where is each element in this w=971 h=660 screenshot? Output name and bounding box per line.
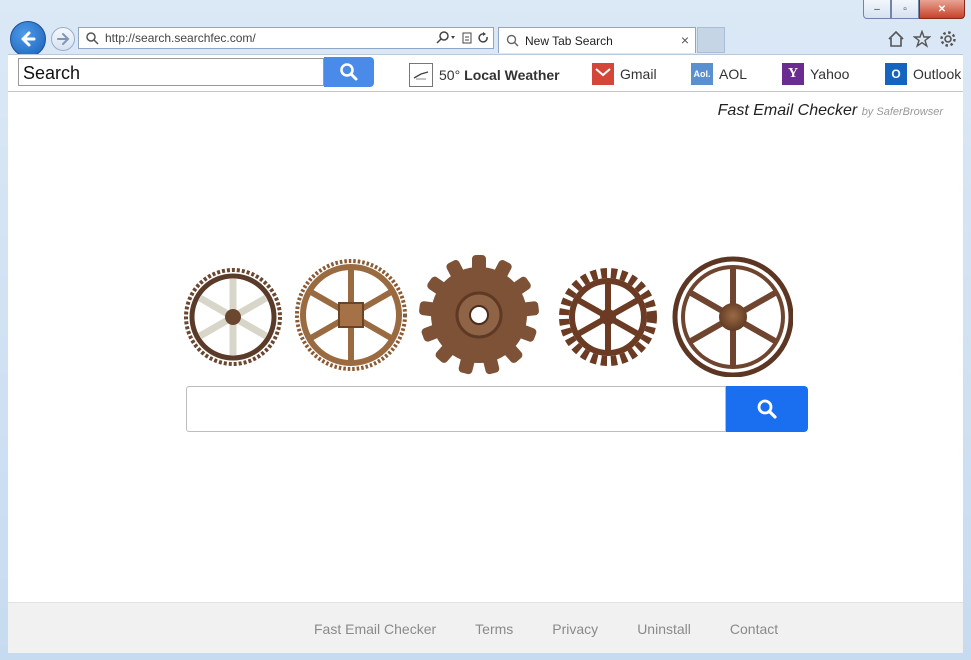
refresh-icon[interactable] (477, 31, 489, 45)
back-arrow-icon (21, 31, 36, 47)
gmail-label: Gmail (620, 66, 657, 82)
weather-label: Local Weather (464, 67, 560, 83)
toolbar-search-value: Search (23, 63, 81, 83)
weather-temp: 50° (439, 67, 461, 83)
tab-title: New Tab Search (525, 34, 613, 48)
brand-title: Fast Email Checker by SaferBrowser (718, 102, 943, 120)
settings-gear-icon[interactable] (939, 30, 957, 48)
search-toolbar: Search 50° Local Weather Gmail Aol. AOL … (8, 54, 963, 92)
gear-1 (184, 268, 282, 366)
footer-link-privacy[interactable]: Privacy (552, 621, 598, 637)
outlook-label: Outlook (913, 66, 962, 82)
main-search-input[interactable] (186, 386, 726, 432)
browser-command-icons (887, 30, 957, 48)
window-controls: – ▫ ✕ (863, 0, 965, 20)
gear-5 (672, 256, 793, 377)
aol-label: AOL (719, 66, 748, 82)
tab-new-tab-search[interactable]: New Tab Search × (498, 27, 696, 53)
browser-window: – ▫ ✕ http://search.searchfec.com/ New T… (0, 0, 971, 660)
footer-link-uninstall[interactable]: Uninstall (637, 621, 691, 637)
aol-icon: Aol. (691, 63, 713, 85)
address-tools (435, 31, 489, 45)
url-text: http://search.searchfec.com/ (105, 31, 256, 45)
maximize-button[interactable]: ▫ (891, 0, 919, 19)
compatibility-view-icon[interactable] (461, 31, 473, 45)
toolbar-aol[interactable]: Aol. AOL (691, 63, 747, 85)
weather-icon (409, 63, 433, 87)
brand-name: Fast Email Checker (717, 102, 858, 119)
toolbar-outlook[interactable]: O Outlook (885, 63, 961, 85)
search-dropdown-icon[interactable] (435, 31, 457, 45)
gear-4 (559, 268, 657, 366)
footer-link-terms[interactable]: Terms (475, 621, 513, 637)
search-icon (506, 34, 519, 47)
search-icon (340, 63, 358, 81)
back-button[interactable] (10, 21, 46, 57)
footer: Fast Email Checker Terms Privacy Uninsta… (8, 602, 963, 653)
gear-2 (295, 259, 407, 371)
footer-link-contact[interactable]: Contact (730, 621, 778, 637)
rusty-gears-logo (184, 255, 793, 377)
gmail-icon (592, 63, 614, 85)
address-bar[interactable]: http://search.searchfec.com/ (78, 27, 494, 49)
toolbar-search-input[interactable]: Search (18, 58, 324, 86)
tab-close-icon[interactable]: × (681, 32, 689, 48)
toolbar-weather[interactable]: 50° Local Weather (409, 63, 560, 87)
toolbar-yahoo[interactable]: Y Yahoo (782, 63, 849, 85)
page-content: Fast Email Checker by SaferBrowser (8, 92, 963, 602)
forward-arrow-icon (57, 33, 70, 45)
close-window-button[interactable]: ✕ (919, 0, 965, 19)
footer-link-fast-email-checker[interactable]: Fast Email Checker (314, 621, 436, 637)
footer-links: Fast Email Checker Terms Privacy Uninsta… (314, 621, 778, 637)
search-icon (757, 399, 777, 419)
brand-by: by SaferBrowser (861, 106, 943, 118)
search-icon (86, 32, 99, 45)
yahoo-label: Yahoo (810, 66, 850, 82)
forward-button[interactable] (51, 27, 75, 51)
toolbar-search-button[interactable] (324, 57, 374, 87)
toolbar-gmail[interactable]: Gmail (592, 63, 657, 85)
main-search-button[interactable] (726, 386, 808, 432)
new-tab-button[interactable] (697, 27, 725, 53)
outlook-icon: O (885, 63, 907, 85)
favorites-star-icon[interactable] (913, 30, 931, 48)
minimize-button[interactable]: – (863, 0, 891, 19)
gear-3 (419, 255, 539, 375)
home-icon[interactable] (887, 30, 905, 48)
yahoo-icon: Y (782, 63, 804, 85)
